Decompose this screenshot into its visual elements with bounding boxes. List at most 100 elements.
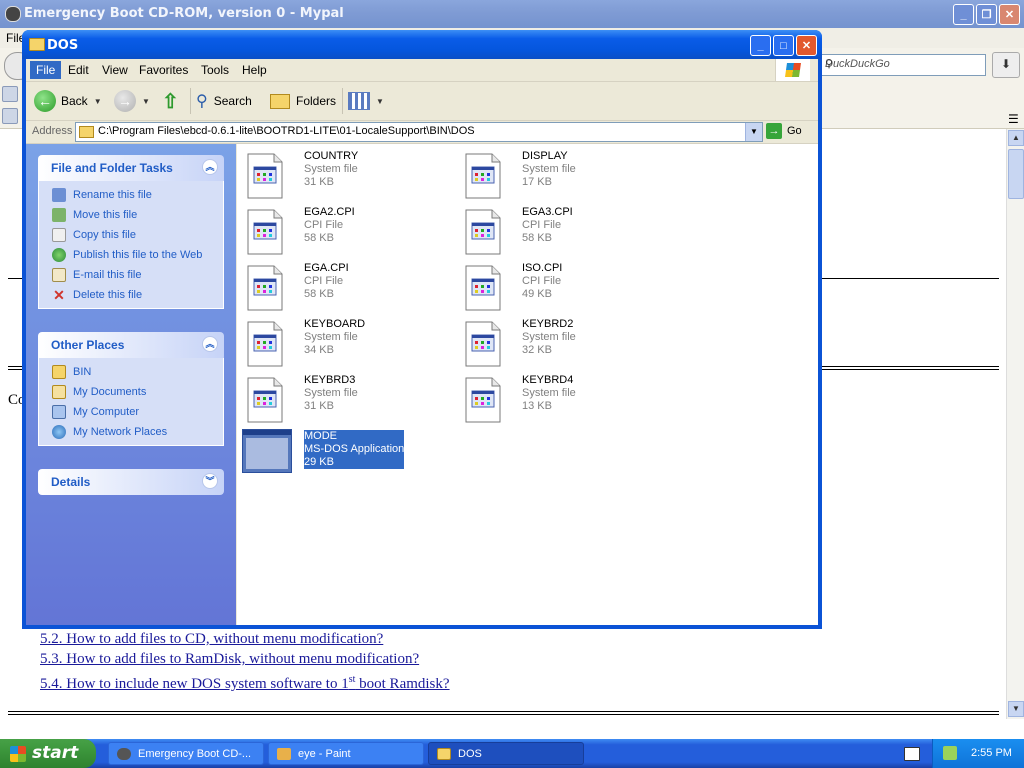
search-icon[interactable] (2, 86, 18, 102)
back-arrow-icon: ← (34, 90, 56, 112)
place-my-computer[interactable]: My Computer (52, 405, 139, 419)
place-bin[interactable]: BIN (52, 365, 91, 379)
file-item[interactable]: ISO.CPI CPI File 49 KB (465, 261, 675, 313)
delete-file-task[interactable]: ✕ Delete this file (52, 288, 142, 302)
system-file-icon (247, 321, 283, 367)
file-item[interactable]: COUNTRY System file 31 KB (247, 149, 457, 201)
browser-restore-button[interactable]: ❐ (976, 4, 997, 25)
explorer-toolbar: ← Back ▼ → ▼ ⇧ ⚲ Search Folders ▼ (26, 82, 818, 121)
chevron-down-icon[interactable]: ▼ (94, 97, 102, 106)
file-type: System file (522, 331, 576, 343)
file-label: KEYBOARD System file 34 KB (304, 318, 365, 357)
file-size: 58 KB (522, 232, 552, 244)
chevron-down-icon[interactable]: ▼ (142, 97, 150, 106)
file-name: EGA2.CPI (304, 206, 355, 218)
address-label: Address (32, 125, 73, 137)
taskbar-button-dos[interactable]: DOS (428, 742, 584, 765)
file-item[interactable]: EGA3.CPI CPI File 58 KB (465, 205, 675, 257)
views-button[interactable]: ▼ (348, 88, 384, 114)
faq-link-5-2[interactable]: 5.2. How to add files to CD, without men… (40, 631, 383, 648)
start-button[interactable]: start (0, 739, 96, 768)
folder-icon (29, 38, 45, 51)
menu-view[interactable]: View (102, 63, 128, 77)
mypal-app-icon (117, 747, 131, 760)
file-item[interactable]: MODE MS-DOS Application 29 KB (242, 429, 457, 481)
file-item[interactable]: EGA2.CPI CPI File 58 KB (247, 205, 457, 257)
scroll-up-button[interactable]: ▲ (1008, 130, 1024, 146)
move-file-task[interactable]: Move this file (52, 208, 137, 222)
menu-edit[interactable]: Edit (68, 63, 89, 77)
file-item[interactable]: KEYBRD4 System file 13 KB (465, 373, 675, 425)
clock[interactable]: 2:55 PM (971, 747, 1012, 759)
menu-tools[interactable]: Tools (201, 63, 229, 77)
file-item[interactable]: KEYBRD2 System file 32 KB (465, 317, 675, 369)
close-button[interactable]: ✕ (796, 35, 817, 56)
file-view: COUNTRY System file 31 KB DISPLAY System fil… (237, 144, 818, 625)
file-folder-tasks-header[interactable]: File and Folder Tasks ︽ (38, 155, 224, 181)
copy-file-task[interactable]: Copy this file (52, 228, 136, 242)
task-pane: File and Folder Tasks ︽ Rename this file… (26, 144, 236, 625)
maximize-button[interactable]: □ (773, 35, 794, 56)
go-button[interactable]: → Go (766, 123, 802, 139)
chevron-down-icon[interactable]: ▼ (376, 97, 384, 106)
file-name: ISO.CPI (522, 262, 563, 274)
file-label: EGA2.CPI CPI File 58 KB (304, 206, 355, 245)
scroll-down-button[interactable]: ▼ (1008, 701, 1024, 717)
browser-minimize-button[interactable]: _ (953, 4, 974, 25)
network-tray-icon[interactable] (943, 746, 957, 760)
details-header[interactable]: Details ︾ (38, 469, 224, 495)
chevron-down-icon[interactable]: ▼ (745, 123, 762, 141)
rename-file-task[interactable]: Rename this file (52, 188, 152, 202)
faq-link-5-4[interactable]: 5.4. How to include new DOS system softw… (40, 674, 450, 693)
menu-file[interactable]: File (30, 61, 62, 79)
file-item[interactable]: DISPLAY System file 17 KB (465, 149, 675, 201)
other-places-header[interactable]: Other Places ︽ (38, 332, 224, 358)
place-my-documents[interactable]: My Documents (52, 385, 146, 399)
windows-logo-icon (775, 59, 810, 81)
file-folder-tasks-panel: Rename this file Move this file Copy thi… (38, 181, 224, 309)
browser-search-input[interactable]: DuckDuckGo ⚲ (812, 54, 986, 76)
file-item[interactable]: KEYBRD3 System file 31 KB (247, 373, 457, 425)
menu-favorites[interactable]: Favorites (139, 63, 188, 77)
browser-vertical-scrollbar[interactable]: ▲ ▼ (1006, 129, 1024, 719)
globe-icon (52, 248, 66, 262)
go-arrow-icon: → (766, 123, 782, 139)
up-folder-button[interactable]: ⇧ (162, 88, 179, 114)
explorer-title-bar[interactable]: DOS _ □ ✕ (22, 30, 822, 59)
file-label: ISO.CPI CPI File 49 KB (522, 262, 562, 301)
browser-menu-icon[interactable]: ☰ (1008, 112, 1019, 126)
download-icon[interactable]: ⬇ (992, 52, 1020, 78)
file-item[interactable]: KEYBOARD System file 34 KB (247, 317, 457, 369)
file-type: CPI File (522, 275, 562, 287)
faq-link-5-3[interactable]: 5.3. How to add files to RamDisk, withou… (40, 651, 419, 668)
menu-help[interactable]: Help (242, 63, 267, 77)
globe-icon[interactable] (2, 108, 18, 124)
place-my-network-places[interactable]: My Network Places (52, 425, 167, 439)
envelope-icon (52, 268, 66, 282)
file-name: EGA3.CPI (522, 206, 573, 218)
search-icon[interactable]: ⚲ (825, 57, 979, 70)
publish-file-task[interactable]: Publish this file to the Web (52, 248, 202, 262)
search-button[interactable]: ⚲ Search (196, 88, 252, 114)
file-type: CPI File (304, 219, 344, 231)
system-file-icon (247, 265, 283, 311)
back-button[interactable]: ← Back ▼ (34, 88, 102, 114)
system-file-icon (465, 209, 501, 255)
chevron-up-icon[interactable]: ︽ (202, 336, 218, 352)
forward-button[interactable]: → ▼ (114, 88, 150, 114)
computer-icon (52, 405, 66, 419)
keyboard-layout-icon[interactable] (904, 747, 920, 761)
scroll-thumb[interactable] (1008, 149, 1024, 199)
taskbar-button-paint[interactable]: eye - Paint (268, 742, 424, 765)
address-input[interactable]: C:\Program Files\ebcd-0.6.1-lite\BOOTRD1… (75, 122, 763, 142)
file-name: KEYBRD2 (522, 318, 574, 330)
taskbar-button-browser[interactable]: Emergency Boot CD-... (108, 742, 264, 765)
chevron-down-icon[interactable]: ︾ (202, 473, 218, 489)
folders-button[interactable]: Folders (270, 88, 336, 114)
file-size: 13 KB (522, 400, 552, 412)
chevron-up-icon[interactable]: ︽ (202, 159, 218, 175)
email-file-task[interactable]: E-mail this file (52, 268, 141, 282)
file-item[interactable]: EGA.CPI CPI File 58 KB (247, 261, 457, 313)
browser-close-button[interactable]: ✕ (999, 4, 1020, 25)
minimize-button[interactable]: _ (750, 35, 771, 56)
